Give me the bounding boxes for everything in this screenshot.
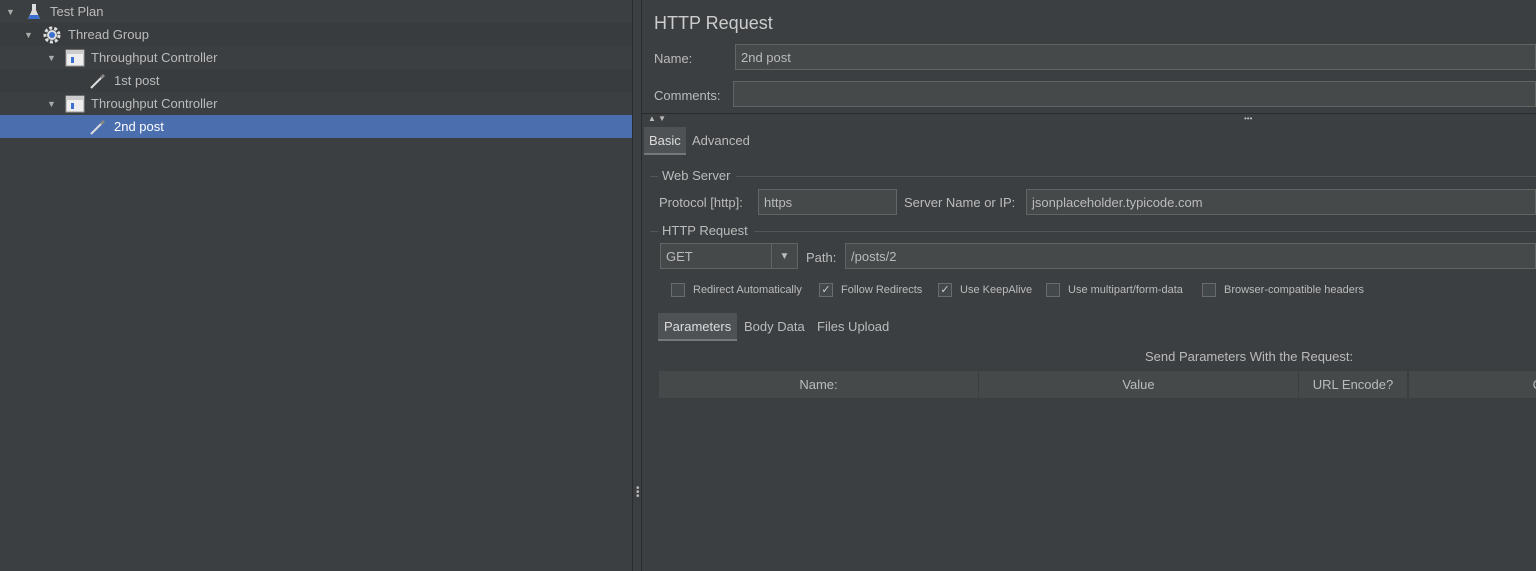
pipette-icon	[88, 72, 108, 90]
tree-item-label: Test Plan	[50, 4, 103, 19]
tree-item-throughput-controller[interactable]: ▼ Throughput Controller	[0, 46, 632, 69]
column-header-name[interactable]: Name:	[659, 371, 979, 398]
browser-compatible-headers-checkbox[interactable]: Browser-compatible headers	[1202, 283, 1364, 297]
tab-body-data[interactable]: Body Data	[744, 319, 805, 334]
use-keepalive-checkbox[interactable]: ✓ Use KeepAlive	[938, 283, 1032, 297]
tree-item-label: Thread Group	[68, 27, 149, 42]
expand-icon[interactable]: ▼	[47, 99, 57, 109]
protocol-label: Protocol [http]:	[659, 195, 743, 210]
column-header-content-type[interactable]: C	[1409, 371, 1536, 398]
checkmark-icon: ✓	[819, 283, 833, 297]
flask-icon	[24, 3, 44, 21]
tree-item-label: Throughput Controller	[91, 96, 217, 111]
splitter-handle[interactable]: •••	[632, 0, 642, 571]
pipette-icon	[88, 118, 108, 136]
expand-icon[interactable]: ▼	[6, 7, 16, 17]
tab-advanced[interactable]: Advanced	[692, 133, 750, 148]
tree-item-thread-group[interactable]: ▼ Thread Group	[0, 23, 632, 46]
comments-input[interactable]	[733, 81, 1536, 107]
tree-item-label: 1st post	[114, 73, 160, 88]
gear-icon	[42, 26, 62, 44]
comments-label: Comments:	[654, 88, 720, 103]
tab-basic[interactable]: Basic	[644, 127, 686, 155]
controller-icon	[65, 95, 85, 113]
checkbox-icon	[671, 283, 685, 297]
http-request-panel: HTTP Request Name: 2nd post Comments: ▲ …	[642, 0, 1536, 571]
checkbox-label: Redirect Automatically	[693, 284, 802, 296]
tree-item-1st-post[interactable]: 1st post	[0, 69, 632, 92]
tree-item-2nd-post[interactable]: 2nd post	[0, 115, 632, 138]
server-name-label: Server Name or IP:	[904, 195, 1015, 210]
tree-item-throughput-controller[interactable]: ▼ Throughput Controller	[0, 92, 632, 115]
use-multipart-checkbox[interactable]: Use multipart/form-data	[1046, 283, 1183, 297]
column-header-value[interactable]: Value	[979, 371, 1299, 398]
test-plan-tree: ▼ Test Plan ▼ Thread Group ▼ Throughput …	[0, 0, 632, 571]
checkbox-label: Browser-compatible headers	[1224, 284, 1364, 296]
method-select[interactable]: GET ▼	[660, 243, 798, 269]
name-input[interactable]: 2nd post	[735, 44, 1536, 70]
web-server-legend: Web Server	[662, 168, 730, 183]
checkbox-icon	[1202, 283, 1216, 297]
checkbox-label: Use multipart/form-data	[1068, 284, 1183, 296]
checkmark-icon: ✓	[938, 283, 952, 297]
tab-parameters[interactable]: Parameters	[658, 313, 737, 341]
collapse-divider[interactable]: ▲ ▼•••	[642, 113, 1536, 125]
tree-item-label: 2nd post	[114, 119, 164, 134]
expand-icon[interactable]: ▼	[24, 30, 34, 40]
server-name-input[interactable]: jsonplaceholder.typicode.com	[1026, 189, 1536, 215]
redirect-automatically-checkbox[interactable]: Redirect Automatically	[671, 283, 802, 297]
controller-icon	[65, 49, 85, 67]
name-label: Name:	[654, 51, 692, 66]
chevron-down-icon[interactable]: ▼	[771, 244, 797, 268]
checkbox-label: Follow Redirects	[841, 284, 922, 296]
checkbox-icon	[1046, 283, 1060, 297]
follow-redirects-checkbox[interactable]: ✓ Follow Redirects	[819, 283, 922, 297]
checkbox-label: Use KeepAlive	[960, 284, 1032, 296]
tree-item-test-plan[interactable]: ▼ Test Plan	[0, 0, 632, 23]
tree-item-label: Throughput Controller	[91, 50, 217, 65]
params-caption: Send Parameters With the Request:	[1145, 349, 1353, 364]
tab-files-upload[interactable]: Files Upload	[817, 319, 889, 334]
method-value: GET	[666, 249, 693, 264]
protocol-input[interactable]: https	[758, 189, 897, 215]
path-input[interactable]: /posts/2	[845, 243, 1536, 269]
path-label: Path:	[806, 250, 836, 265]
expand-icon[interactable]: ▼	[47, 53, 57, 63]
column-header-url-encode[interactable]: URL Encode?	[1299, 371, 1408, 398]
panel-title: HTTP Request	[654, 13, 773, 34]
http-request-legend: HTTP Request	[662, 223, 748, 238]
